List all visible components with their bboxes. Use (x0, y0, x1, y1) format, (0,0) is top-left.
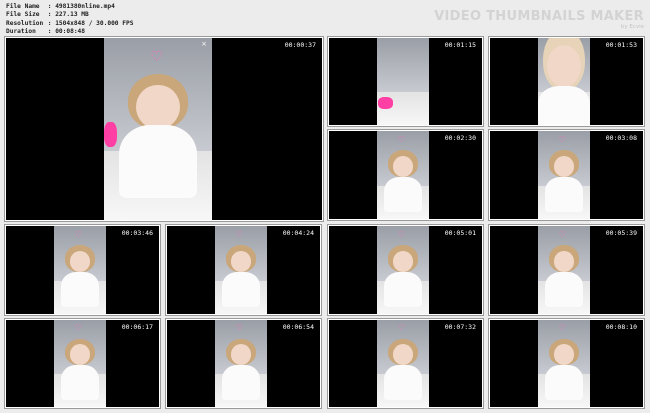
timestamp-label: 00:06:54 (282, 323, 314, 331)
file-size-row: File Size : 227.13 MB (6, 11, 89, 19)
thumbnail-tile[interactable]: ♡ 00:05:39 (489, 225, 644, 315)
video-frame: ♡ (215, 226, 267, 314)
bow-filter-icon: ♡ (74, 323, 82, 333)
file-size-key: File Size (6, 11, 40, 19)
thumbnail-tile[interactable]: ♡ 00:06:17 (5, 319, 160, 408)
bow-filter-icon: ♡ (74, 229, 82, 239)
face (392, 155, 414, 177)
timestamp-label: 00:01:15 (444, 41, 476, 49)
video-frame: ♡ (538, 320, 590, 407)
wall-backdrop (377, 38, 429, 92)
file-info: File Name : 4981380nline.mp4 File Size :… (6, 3, 133, 37)
file-name-value: 4981380nline.mp4 (55, 3, 115, 10)
sweater (61, 271, 99, 307)
bow-filter-icon: ♡ (235, 323, 243, 333)
face (136, 85, 180, 129)
thumbnail-tile[interactable]: ♡ 00:07:32 (328, 319, 483, 408)
close-icon: × (201, 40, 207, 48)
file-size-value: 227.13 MB (55, 11, 89, 19)
brand-title: VIDEO THUMBNAILS MAKER (434, 9, 644, 24)
timestamp-label: 00:02:30 (444, 134, 476, 142)
resolution-key: Resolution (6, 19, 44, 27)
timestamp-label: 00:04:24 (282, 229, 314, 237)
bow-filter-icon: ♡ (558, 229, 566, 239)
bow-filter-icon: ♡ (150, 48, 163, 65)
video-frame: ♡ (377, 320, 429, 407)
thumbnail-tile[interactable]: ♡ 00:08:10 (489, 319, 644, 408)
sweater (545, 176, 583, 212)
timestamp-label: 00:03:08 (605, 134, 637, 142)
sweater (119, 125, 197, 199)
duration-value: 00:08:48 (55, 28, 86, 36)
video-frame (538, 38, 590, 125)
timestamp-label: 00:05:39 (605, 229, 637, 237)
resolution-row: Resolution : 1504x848 / 30.000 FPS (6, 19, 134, 27)
duration-row: Duration : 00:08:48 (6, 28, 86, 36)
bow-filter-icon: ♡ (397, 134, 405, 144)
sweater (222, 271, 260, 307)
thumbnail-tile[interactable]: 00:01:53 (489, 37, 644, 126)
brand: VIDEO THUMBNAILS MAKER by Ecvie (434, 9, 644, 30)
thumbnail-tile[interactable]: 00:01:15 (328, 37, 483, 126)
video-frame: ♡ (538, 131, 590, 219)
pink-object (378, 97, 393, 110)
video-frame: ♡ (377, 226, 429, 314)
thumbnail-tile[interactable]: ♡ 00:03:46 (5, 225, 160, 315)
shirt (538, 85, 590, 125)
thumbnail-tile[interactable]: ♡ × 00:00:37 (5, 37, 323, 221)
sweater (222, 365, 260, 401)
face (553, 155, 575, 177)
timestamp-label: 00:00:37 (284, 41, 316, 49)
sweater (384, 365, 422, 401)
brand-subtitle: by Ecvie (620, 24, 644, 30)
sweater (384, 271, 422, 307)
sweater (545, 271, 583, 307)
video-frame: ♡ (54, 226, 106, 314)
resolution-value: 1504x848 / 30.000 FPS (55, 19, 134, 27)
thumbnail-tile[interactable]: ♡ 00:05:01 (328, 225, 483, 315)
duration-key: Duration (6, 28, 36, 36)
thumbnail-tile[interactable]: ♡ 00:03:08 (489, 130, 644, 220)
video-frame (377, 38, 429, 125)
timestamp-label: 00:08:10 (605, 323, 637, 331)
bow-filter-icon: ♡ (397, 229, 405, 239)
thumbnail-tile[interactable]: ♡ 00:04:24 (166, 225, 321, 315)
face (69, 250, 91, 272)
timestamp-label: 00:06:17 (121, 323, 153, 331)
sweater (545, 365, 583, 401)
face (230, 250, 252, 272)
sweater (61, 365, 99, 401)
bow-filter-icon: ♡ (397, 323, 405, 333)
timestamp-label: 00:03:46 (121, 229, 153, 237)
video-frame: ♡ (54, 320, 106, 407)
pink-object (104, 121, 117, 148)
thumbnail-tile[interactable]: ♡ 00:06:54 (166, 319, 321, 408)
video-frame: ♡ (215, 320, 267, 407)
bow-filter-icon: ♡ (558, 323, 566, 333)
video-frame: ♡ (538, 226, 590, 314)
video-frame: ♡ (377, 131, 429, 219)
face (392, 250, 414, 272)
bow-filter-icon: ♡ (558, 134, 566, 144)
video-frame: ♡ × (104, 38, 212, 220)
face (547, 44, 581, 87)
timestamp-label: 00:01:53 (605, 41, 637, 49)
timestamp-label: 00:07:32 (444, 323, 476, 331)
timestamp-label: 00:05:01 (444, 229, 476, 237)
sweater (384, 176, 422, 212)
bow-filter-icon: ♡ (235, 229, 243, 239)
thumbnail-tile[interactable]: ♡ 00:02:30 (328, 130, 483, 220)
face (553, 250, 575, 272)
